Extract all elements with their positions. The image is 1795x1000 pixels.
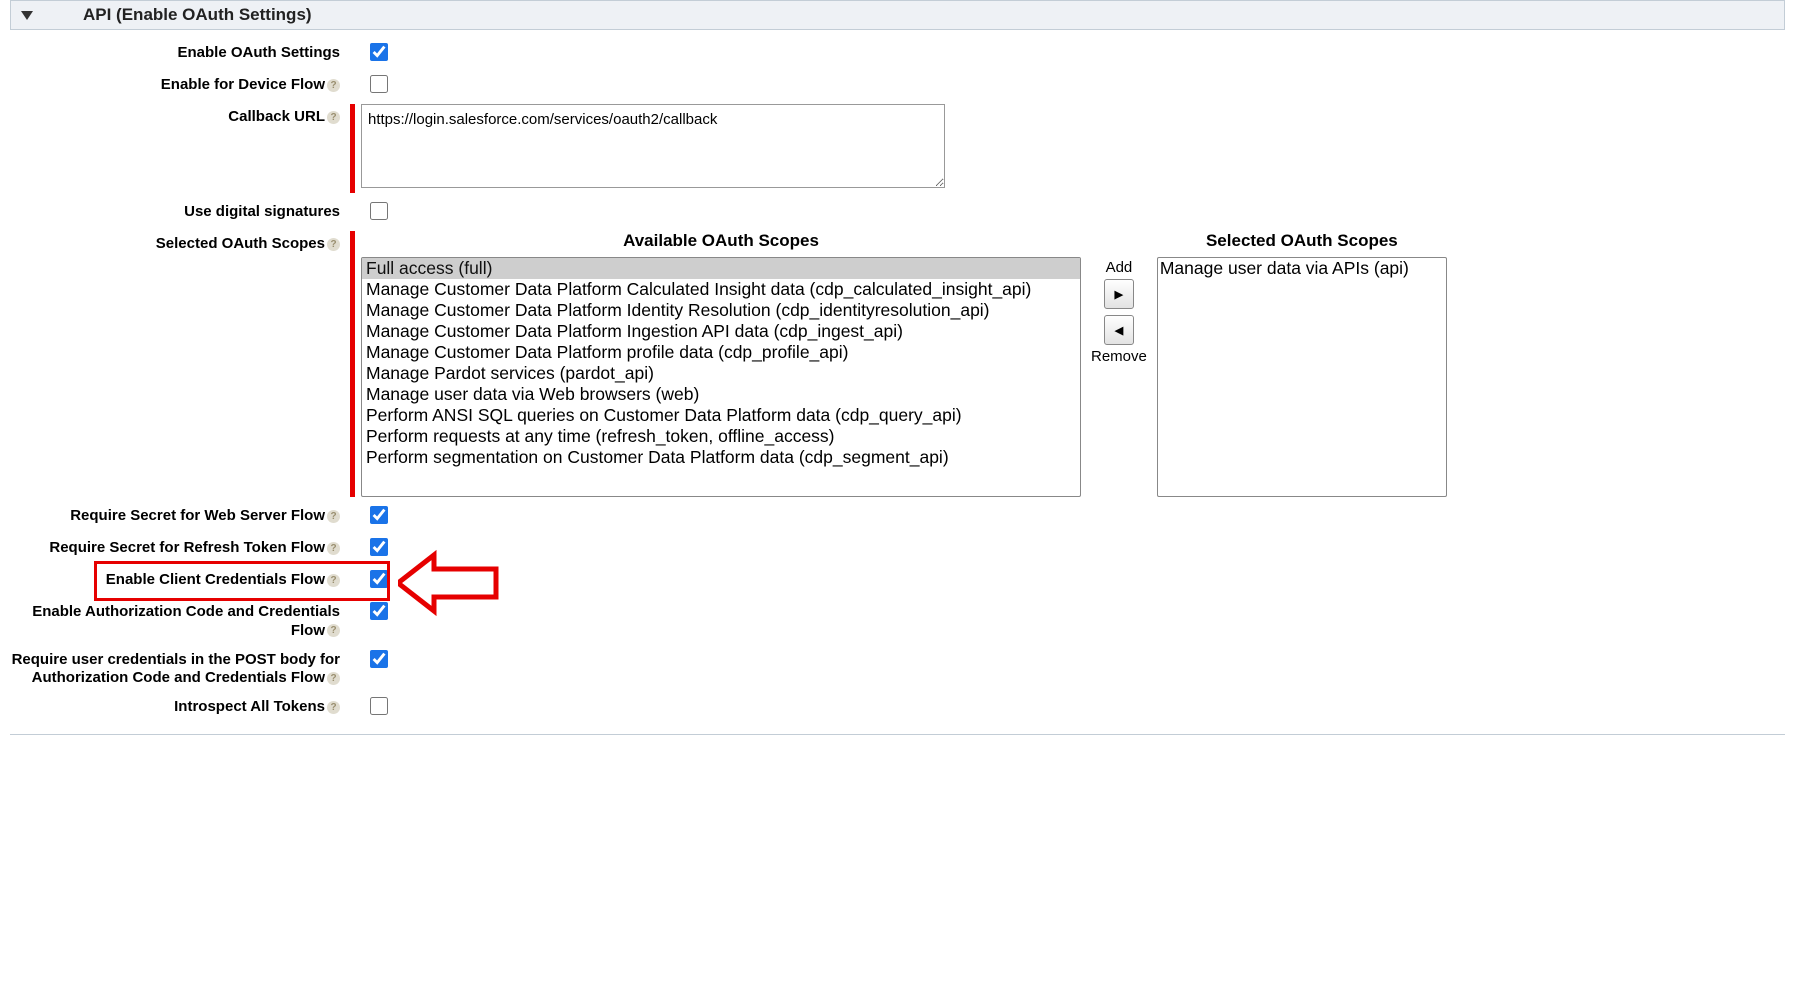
auth-code-checkbox[interactable] [370, 602, 388, 620]
help-icon[interactable]: ? [327, 111, 340, 124]
scope-option[interactable]: Manage Pardot services (pardot_api) [362, 363, 1080, 384]
callback-url-input[interactable] [361, 104, 945, 188]
row-req-user-cred: Require user credentials in the POST bod… [10, 647, 1785, 689]
available-scopes-title: Available OAuth Scopes [623, 231, 819, 251]
add-label: Add [1106, 259, 1133, 276]
available-scopes-list[interactable]: Full access (full)Manage Customer Data P… [361, 257, 1081, 497]
scope-option[interactable]: Full access (full) [362, 258, 1080, 279]
section-footer-divider [10, 734, 1785, 735]
selected-scopes-title: Selected OAuth Scopes [1206, 231, 1398, 251]
scope-option[interactable]: Perform requests at any time (refresh_to… [362, 426, 1080, 447]
help-icon[interactable]: ? [327, 79, 340, 92]
label-callback: Callback URL [228, 108, 325, 125]
chevron-left-icon: ◀ [1114, 321, 1123, 339]
req-secret-refresh-checkbox[interactable] [370, 538, 388, 556]
row-device-flow: Enable for Device Flow? [10, 72, 1785, 98]
label-req-user-cred: Require user credentials in the POST bod… [12, 651, 340, 687]
scope-option[interactable]: Manage user data via APIs (api) [1158, 258, 1446, 280]
help-icon[interactable]: ? [327, 574, 340, 587]
help-icon[interactable]: ? [327, 624, 340, 637]
row-enable-oauth: Enable OAuth Settings [10, 40, 1785, 66]
scope-option[interactable]: Manage Customer Data Platform Ingestion … [362, 321, 1080, 342]
row-digital-sig: Use digital signatures [10, 199, 1785, 225]
section-header[interactable]: API (Enable OAuth Settings) [10, 0, 1785, 30]
label-scopes: Selected OAuth Scopes [156, 235, 325, 252]
label-client-cred: Enable Client Credentials Flow [106, 571, 325, 588]
row-callback: Callback URL? [10, 104, 1785, 193]
scope-option[interactable]: Manage Customer Data Platform Identity R… [362, 300, 1080, 321]
scope-option[interactable]: Manage Customer Data Platform Calculated… [362, 279, 1080, 300]
help-icon[interactable]: ? [327, 672, 340, 685]
label-device-flow: Enable for Device Flow [161, 76, 325, 93]
row-client-cred: Enable Client Credentials Flow? [10, 567, 1785, 593]
selected-scopes-list[interactable]: Manage user data via APIs (api) [1157, 257, 1447, 497]
introspect-checkbox[interactable] [370, 697, 388, 715]
req-user-cred-checkbox[interactable] [370, 650, 388, 668]
scope-option[interactable]: Perform segmentation on Customer Data Pl… [362, 447, 1080, 468]
remove-label: Remove [1091, 348, 1147, 365]
row-auth-code: Enable Authorization Code and Credential… [10, 599, 1785, 641]
help-icon[interactable]: ? [327, 701, 340, 714]
client-credentials-checkbox[interactable] [370, 570, 388, 588]
section-title: API (Enable OAuth Settings) [83, 5, 312, 25]
row-req-secret-web: Require Secret for Web Server Flow? [10, 503, 1785, 529]
help-icon[interactable]: ? [327, 238, 340, 251]
row-scopes: Selected OAuth Scopes? Available OAuth S… [10, 231, 1785, 497]
help-icon[interactable]: ? [327, 510, 340, 523]
collapse-icon[interactable] [21, 11, 33, 20]
digital-signatures-checkbox[interactable] [370, 202, 388, 220]
label-req-secret-web: Require Secret for Web Server Flow [70, 507, 325, 524]
help-icon[interactable]: ? [327, 542, 340, 555]
row-req-secret-refresh: Require Secret for Refresh Token Flow? [10, 535, 1785, 561]
label-req-secret-refresh: Require Secret for Refresh Token Flow [49, 539, 325, 556]
label-enable-oauth: Enable OAuth Settings [10, 40, 350, 63]
label-auth-code: Enable Authorization Code and Credential… [32, 603, 340, 639]
add-button[interactable]: ▶ [1104, 279, 1134, 309]
label-digital-sig: Use digital signatures [10, 199, 350, 222]
enable-oauth-checkbox[interactable] [370, 43, 388, 61]
remove-button[interactable]: ◀ [1104, 315, 1134, 345]
scope-option[interactable]: Manage user data via Web browsers (web) [362, 384, 1080, 405]
row-introspect: Introspect All Tokens? [10, 694, 1785, 720]
scope-option[interactable]: Perform ANSI SQL queries on Customer Dat… [362, 405, 1080, 426]
device-flow-checkbox[interactable] [370, 75, 388, 93]
label-introspect: Introspect All Tokens [174, 698, 325, 715]
chevron-right-icon: ▶ [1114, 285, 1123, 303]
scope-option[interactable]: Manage Customer Data Platform profile da… [362, 342, 1080, 363]
req-secret-web-checkbox[interactable] [370, 506, 388, 524]
